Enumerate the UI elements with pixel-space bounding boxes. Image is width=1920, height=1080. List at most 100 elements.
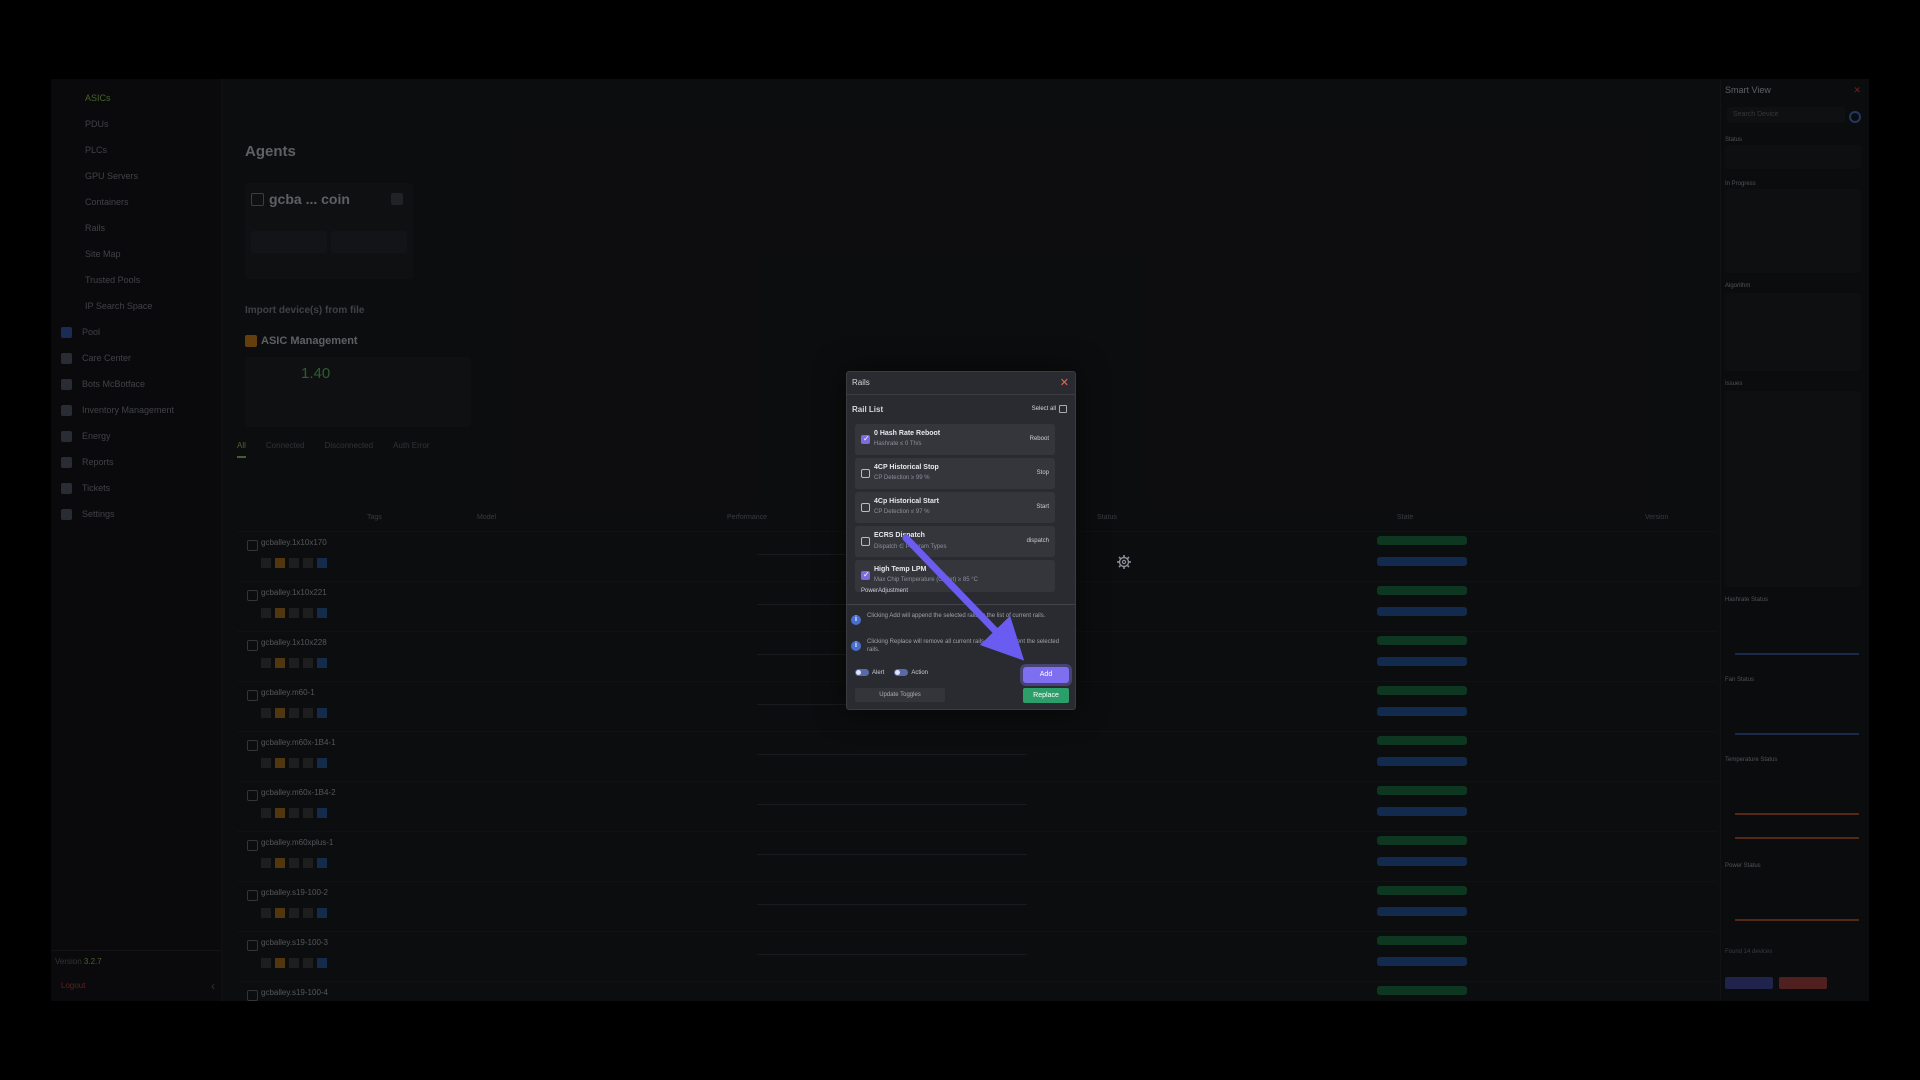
alert-toggle[interactable]: Alert xyxy=(855,669,884,676)
sidebar-footer: Version 3.2.7 Logout ‹ xyxy=(51,950,221,1001)
device-name[interactable]: gcballey.s19-100-2 xyxy=(261,888,328,897)
sidebar-item-gpu-servers[interactable]: GPU Servers xyxy=(51,163,221,189)
pcb-temp-slider[interactable] xyxy=(1735,813,1859,815)
device-name[interactable]: gcballey.m60-1 xyxy=(261,688,315,697)
rail-checkbox[interactable] xyxy=(861,537,870,546)
column-performance[interactable]: Performance xyxy=(727,514,767,521)
sidebar-item-settings[interactable]: Settings xyxy=(51,501,221,527)
tab-disconnected[interactable]: Disconnected xyxy=(325,441,373,458)
sidebar-item-bots[interactable]: Bots McBotface xyxy=(51,371,221,397)
sidebar-item-plcs[interactable]: PLCs xyxy=(51,137,221,163)
device-name[interactable]: gcballey.1x10x221 xyxy=(261,588,327,597)
import-label[interactable]: Import device(s) from file xyxy=(245,305,364,316)
sidebar-item-energy[interactable]: Energy xyxy=(51,423,221,449)
alert-toggle-switch[interactable] xyxy=(855,669,869,676)
table-row[interactable]: gcballey.m60x-1B4-1 xyxy=(237,731,1717,776)
device-action-icons[interactable] xyxy=(261,658,351,668)
rail-checkbox[interactable] xyxy=(861,434,870,444)
device-action-icons[interactable] xyxy=(261,558,351,568)
sidebar-item-containers[interactable]: Containers xyxy=(51,189,221,215)
sidebar-item-pool[interactable]: Pool xyxy=(51,319,221,345)
tab-connected[interactable]: Connected xyxy=(266,441,305,458)
action-toggle-switch[interactable] xyxy=(894,669,909,676)
device-name[interactable]: gcballey.m60x-1B4-1 xyxy=(261,738,336,747)
row-checkbox[interactable] xyxy=(247,590,258,601)
device-action-icons[interactable] xyxy=(261,858,351,868)
close-icon[interactable]: ✕ xyxy=(1853,85,1861,96)
sidebar-item-tickets[interactable]: Tickets xyxy=(51,475,221,501)
power-slider[interactable] xyxy=(1735,919,1859,921)
sidebar-item-pdus[interactable]: PDUs xyxy=(51,111,221,137)
column-tags[interactable]: Tags xyxy=(367,514,382,521)
agent-menu-icon[interactable] xyxy=(391,193,403,205)
table-row[interactable]: gcballey.s19-100-3 xyxy=(237,931,1717,976)
search-icon[interactable] xyxy=(1849,111,1861,123)
rail-item-4cp-historical-start[interactable]: 4Cp Historical Start CP Detection ≤ 97 %… xyxy=(855,492,1055,523)
search-input[interactable]: Search Device xyxy=(1727,107,1845,123)
sidebar-item-site-map[interactable]: Site Map xyxy=(51,241,221,267)
sidebar-item-asics[interactable]: ASICs xyxy=(51,85,221,111)
table-row[interactable]: gcballey.m60x-1B4-2 xyxy=(237,781,1717,826)
device-name[interactable]: gcballey.m60xplus-1 xyxy=(261,838,333,847)
action-toggle[interactable]: Action xyxy=(894,669,928,676)
gear-icon[interactable] xyxy=(1116,554,1132,570)
close-icon[interactable]: ✕ xyxy=(1060,376,1069,389)
table-row[interactable]: gcballey.m60xplus-1 xyxy=(237,831,1717,876)
collapse-sidebar-icon[interactable]: ‹ xyxy=(211,979,215,993)
device-action-icons[interactable] xyxy=(261,708,351,718)
fan-slider[interactable] xyxy=(1735,733,1859,735)
device-action-icons[interactable] xyxy=(261,808,351,818)
rail-checkbox[interactable] xyxy=(861,570,870,580)
column-model[interactable]: Model xyxy=(477,514,496,521)
column-state[interactable]: State xyxy=(1397,514,1413,521)
add-button[interactable]: Add xyxy=(1023,667,1069,683)
device-name[interactable]: gcballey.1x10x228 xyxy=(261,638,327,647)
rail-item-ecrs-dispatch[interactable]: ECRS Dispatch Dispatch ∈ Program Types d… xyxy=(855,526,1055,557)
row-checkbox[interactable] xyxy=(247,940,258,951)
column-version[interactable]: Version xyxy=(1645,514,1668,521)
rail-checkbox[interactable] xyxy=(861,469,870,478)
tab-auth-error[interactable]: Auth Error xyxy=(393,441,429,458)
device-name[interactable]: gcballey.s19-100-4 xyxy=(261,988,328,997)
row-checkbox[interactable] xyxy=(247,740,258,751)
sidebar-item-rails[interactable]: Rails xyxy=(51,215,221,241)
row-checkbox[interactable] xyxy=(247,840,258,851)
row-checkbox[interactable] xyxy=(247,640,258,651)
select-all-checkbox[interactable] xyxy=(1059,405,1067,413)
rail-item-0-hash-rate-reboot[interactable]: 0 Hash Rate Reboot Hashrate ≤ 0 Th/s Reb… xyxy=(855,424,1055,455)
sidebar-item-care-center[interactable]: Care Center xyxy=(51,345,221,371)
row-checkbox[interactable] xyxy=(247,690,258,701)
hashrate-slider[interactable] xyxy=(1735,653,1859,655)
row-checkbox[interactable] xyxy=(247,540,258,551)
chip-temp-slider[interactable] xyxy=(1735,837,1859,839)
column-status[interactable]: Status xyxy=(1097,514,1117,521)
select-all-toggle[interactable]: Select all xyxy=(1032,405,1067,413)
row-checkbox[interactable] xyxy=(247,890,258,901)
device-action-icons[interactable] xyxy=(261,958,351,968)
update-toggles-button[interactable]: Update Toggles xyxy=(855,688,945,702)
smart-view-title: Smart View xyxy=(1725,85,1771,95)
tab-all[interactable]: All xyxy=(237,441,246,458)
table-row[interactable]: gcballey.s19-100-4 xyxy=(237,981,1717,1001)
device-action-icons[interactable] xyxy=(261,758,351,768)
device-action-icons[interactable] xyxy=(261,908,351,918)
row-checkbox[interactable] xyxy=(247,990,258,1001)
device-name[interactable]: gcballey.m60x-1B4-2 xyxy=(261,788,336,797)
sidebar-item-ip-search-space[interactable]: IP Search Space xyxy=(51,293,221,319)
reset-filters-button[interactable] xyxy=(1779,977,1827,989)
save-filters-button[interactable] xyxy=(1725,977,1773,989)
device-action-icons[interactable] xyxy=(261,608,351,618)
sidebar-item-trusted-pools[interactable]: Trusted Pools xyxy=(51,267,221,293)
sidebar-item-inventory[interactable]: Inventory Management xyxy=(51,397,221,423)
rail-item-4cp-historical-stop[interactable]: 4CP Historical Stop CP Detection ≥ 99 % … xyxy=(855,458,1055,489)
table-row[interactable]: gcballey.s19-100-2 xyxy=(237,881,1717,926)
row-checkbox[interactable] xyxy=(247,790,258,801)
sidebar-item-reports[interactable]: Reports xyxy=(51,449,221,475)
rail-checkbox[interactable] xyxy=(861,503,870,512)
logout-link[interactable]: Logout xyxy=(61,981,85,990)
device-name[interactable]: gcballey.1x10x170 xyxy=(261,538,327,547)
device-name[interactable]: gcballey.s19-100-3 xyxy=(261,938,328,947)
replace-button[interactable]: Replace xyxy=(1023,688,1069,703)
agent-checkbox[interactable] xyxy=(251,193,264,206)
agent-card[interactable]: gcba ... coin xyxy=(245,183,413,279)
